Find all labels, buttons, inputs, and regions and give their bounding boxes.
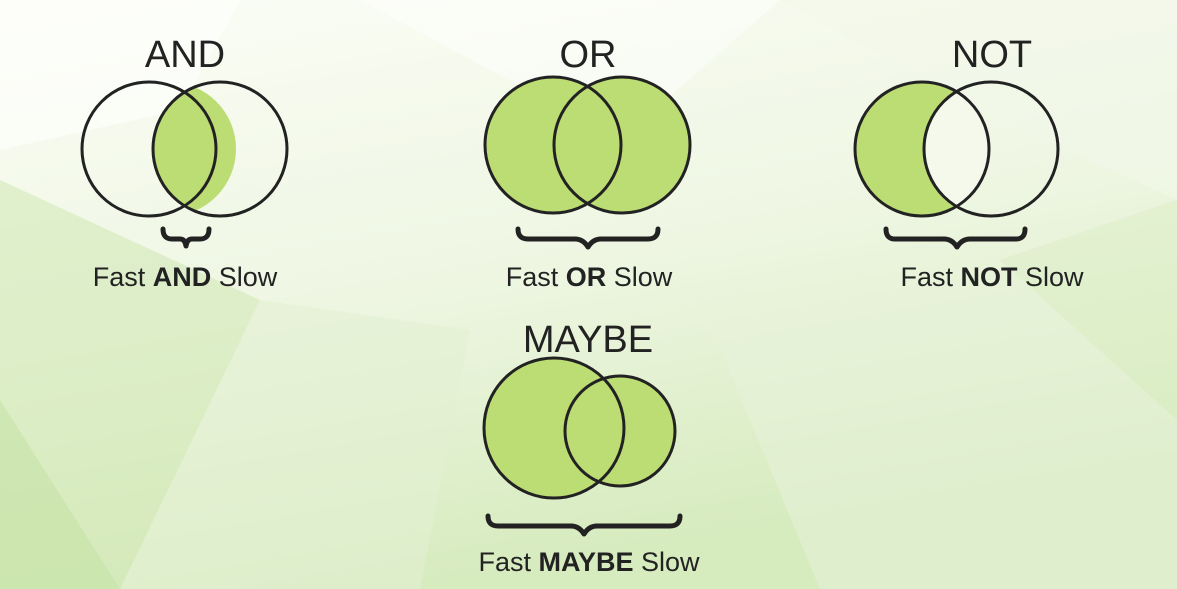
- or-caption-keyword: OR: [566, 262, 607, 292]
- maybe-caption: Fast MAYBE Slow: [478, 547, 700, 577]
- maybe-caption-keyword: MAYBE: [538, 547, 633, 577]
- not-caption-keyword: NOT: [960, 262, 1018, 292]
- and-title: AND: [145, 34, 225, 76]
- not-caption: Fast NOT Slow: [900, 262, 1084, 292]
- maybe-title: MAYBE: [523, 319, 653, 361]
- or-caption-prefix: Fast: [506, 262, 566, 292]
- or-caption: Fast OR Slow: [506, 262, 673, 292]
- not-title: NOT: [952, 34, 1032, 76]
- or-title: OR: [560, 34, 617, 76]
- venn-diagram-canvas: AND Fast AND Slow OR Fast OR Slow NOT Fa…: [0, 0, 1177, 589]
- not-caption-suffix: Slow: [1017, 262, 1084, 292]
- or-caption-suffix: Slow: [606, 262, 673, 292]
- and-caption-keyword: AND: [153, 262, 212, 292]
- maybe-caption-suffix: Slow: [634, 547, 701, 577]
- maybe-caption-prefix: Fast: [478, 547, 538, 577]
- and-caption-suffix: Slow: [211, 262, 278, 292]
- not-caption-prefix: Fast: [900, 262, 960, 292]
- and-caption-prefix: Fast: [93, 262, 153, 292]
- and-caption: Fast AND Slow: [93, 262, 278, 292]
